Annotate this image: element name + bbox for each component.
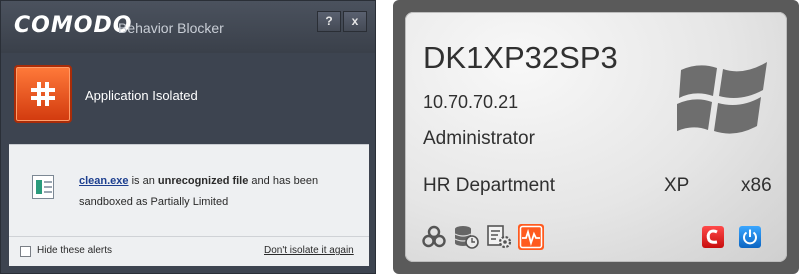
- message-text: is an: [128, 175, 158, 187]
- department: HR Department: [423, 175, 555, 196]
- dialog-titlebar: COMODO Behavior Blocker ? x: [1, 1, 375, 53]
- hide-alerts-label[interactable]: Hide these alerts: [37, 245, 112, 256]
- power-icon[interactable]: [739, 226, 761, 248]
- comodo-behavior-blocker-dialog: COMODO Behavior Blocker ? x Application …: [0, 0, 376, 274]
- hostname: DK1XP32SP3: [423, 40, 618, 75]
- os-version: XP: [664, 175, 690, 196]
- architecture: x86: [741, 175, 772, 196]
- endpoint-tile: DK1XP32SP3 10.70.70.21 Administrator HR …: [393, 0, 799, 274]
- user-name: Administrator: [423, 128, 535, 149]
- hide-alerts-checkbox[interactable]: [20, 246, 31, 257]
- config-icon[interactable]: [486, 224, 512, 250]
- alert-message-text: clean.exe is an unrecognized file and ha…: [79, 171, 359, 213]
- dialog-title: Behavior Blocker: [118, 20, 224, 36]
- message-line-2: sandboxed as Partially Limited: [79, 196, 229, 208]
- dont-isolate-link[interactable]: Don't isolate it again: [264, 245, 354, 256]
- windows-logo-icon: [677, 62, 767, 134]
- database-clock-icon[interactable]: [453, 224, 479, 250]
- comodo-logo: COMODO: [14, 13, 133, 38]
- comodo-c-icon[interactable]: [702, 226, 724, 248]
- message-text-2: and has been: [248, 175, 319, 187]
- isolation-icon: [14, 65, 72, 123]
- status-heading: Application Isolated: [85, 88, 198, 103]
- biohazard-icon[interactable]: [421, 224, 447, 250]
- help-button[interactable]: ?: [317, 11, 341, 32]
- file-link[interactable]: clean.exe: [79, 175, 129, 187]
- dialog-footer: Hide these alerts Don't isolate it again: [9, 236, 369, 266]
- close-button[interactable]: x: [343, 11, 367, 32]
- message-emphasis: unrecognized file: [157, 175, 249, 187]
- pulse-monitor-icon[interactable]: [518, 224, 544, 250]
- file-icon: [32, 175, 54, 199]
- endpoint-card[interactable]: DK1XP32SP3 10.70.70.21 Administrator HR …: [405, 12, 787, 262]
- ip-address: 10.70.70.21: [423, 92, 519, 112]
- alert-message-panel: clean.exe is an unrecognized file and ha…: [9, 144, 369, 236]
